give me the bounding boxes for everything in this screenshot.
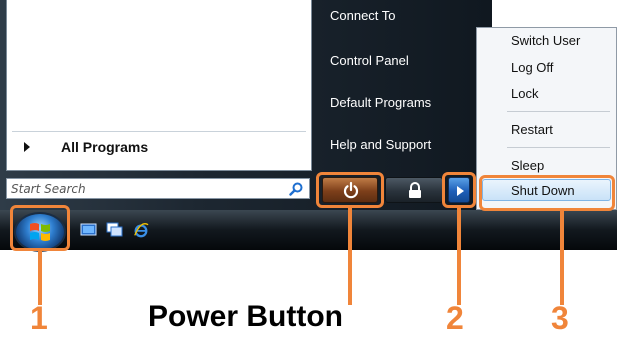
- callout-2-line: [457, 208, 461, 305]
- callout-3-line: [560, 211, 564, 305]
- menu-item-connect-to[interactable]: Connect To: [330, 8, 396, 23]
- callout-2: 2: [446, 300, 464, 336]
- power-button-label: Power Button: [148, 300, 343, 333]
- lock-icon: [409, 182, 421, 198]
- callout-1: 1: [30, 300, 48, 336]
- power-button-highlight: [316, 172, 384, 208]
- popup-item-sleep[interactable]: Sleep: [511, 158, 544, 173]
- all-programs-button[interactable]: All Programs: [6, 131, 312, 160]
- start-button-highlight: [10, 205, 70, 251]
- taskbar: [0, 210, 617, 252]
- arrow-right-icon: [24, 142, 30, 152]
- start-search-input[interactable]: [11, 180, 281, 197]
- shut-down-highlight: [479, 175, 615, 211]
- arrow-button-highlight: [442, 172, 476, 208]
- popup-divider: [507, 147, 610, 148]
- menu-item-help-and-support[interactable]: Help and Support: [330, 137, 431, 152]
- callout-1-line: [38, 251, 42, 305]
- power-button-line: [348, 208, 352, 305]
- popup-item-log-off[interactable]: Log Off: [511, 60, 553, 75]
- callout-3: 3: [551, 300, 569, 336]
- all-programs-label: All Programs: [61, 139, 149, 155]
- popup-divider: [507, 111, 610, 112]
- divider: [12, 131, 306, 132]
- internet-explorer-icon[interactable]: [132, 222, 150, 238]
- lock-button[interactable]: [385, 177, 443, 203]
- switch-windows-icon[interactable]: [106, 222, 123, 238]
- popup-item-restart[interactable]: Restart: [511, 122, 553, 137]
- menu-item-default-programs[interactable]: Default Programs: [330, 95, 431, 110]
- show-desktop-icon[interactable]: [80, 222, 97, 238]
- start-search-box[interactable]: [6, 178, 310, 199]
- start-menu: All Programs Connect To Control Panel De…: [0, 0, 492, 210]
- popup-item-lock[interactable]: Lock: [511, 86, 538, 101]
- popup-item-switch-user[interactable]: Switch User: [511, 33, 580, 48]
- search-icon[interactable]: [289, 182, 303, 196]
- menu-item-control-panel[interactable]: Control Panel: [330, 53, 409, 68]
